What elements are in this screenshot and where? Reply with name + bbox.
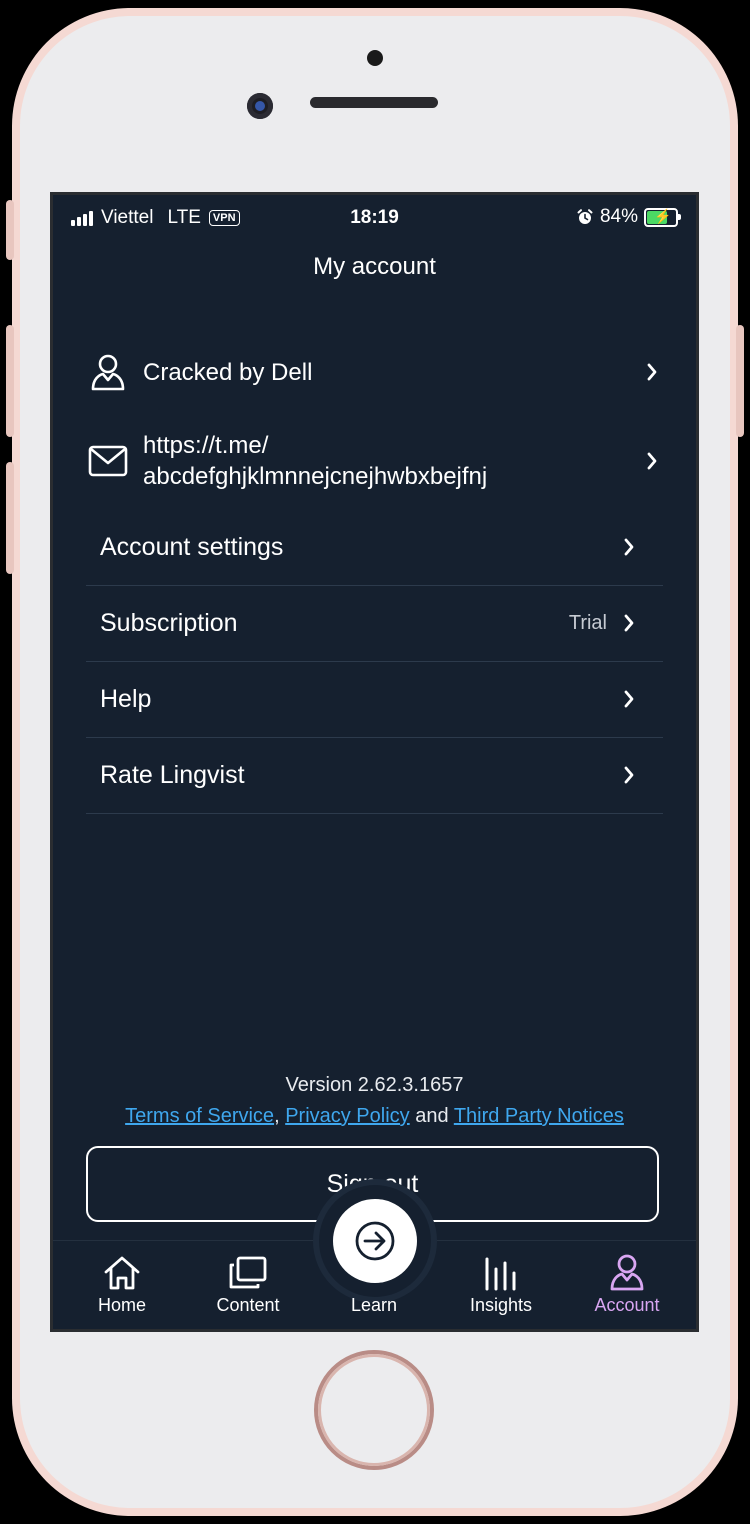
tab-content[interactable]: Content [185, 1241, 311, 1329]
mute-switch [6, 200, 14, 260]
tab-learn-spacer [311, 1247, 437, 1291]
tab-label: Learn [350, 1295, 398, 1315]
profile-name: Cracked by Dell [143, 358, 313, 386]
battery-percent: 84% [599, 206, 638, 227]
comma-separator: , [274, 1105, 280, 1127]
profile-email-line2: abcdefghjklmnnejcnejhwbxbejfnj [143, 463, 488, 490]
mail-icon [87, 440, 129, 482]
proximity-sensor [367, 50, 383, 66]
charging-bolt-icon: ⚡ [654, 207, 672, 224]
content-icon [185, 1247, 311, 1291]
chevron-right-icon [619, 689, 639, 709]
menu-item-subscription[interactable]: Subscription Trial [86, 585, 663, 662]
and-text: and [415, 1105, 449, 1127]
profile-email-row[interactable]: https://t.me/ abcdefghjklmnnejcnejhwbxbe… [87, 429, 662, 493]
user-icon [87, 351, 129, 393]
earpiece-speaker [310, 97, 438, 108]
subscription-status: Trial [568, 611, 607, 634]
menu-item-label: Rate Lingvist [100, 760, 245, 789]
profile-email-line1: https://t.me/ [143, 432, 269, 459]
battery-icon: ⚡ [644, 207, 681, 227]
chevron-right-icon [619, 537, 639, 557]
bottom-tab-bar: Home Content Learn Insights Account [53, 1185, 696, 1329]
tab-learn[interactable]: Learn [311, 1241, 437, 1329]
menu-item-rate-lingvist[interactable]: Rate Lingvist [86, 737, 663, 814]
tab-label: Home [97, 1295, 146, 1315]
menu-item-label: Account settings [100, 532, 284, 561]
tab-home[interactable]: Home [59, 1241, 185, 1329]
status-bar: Viettel LTE VPN 18:19 84% ⚡ [53, 195, 696, 241]
app-screen: Viettel LTE VPN 18:19 84% ⚡ My account C… [53, 195, 696, 1329]
profile-name-row[interactable]: Cracked by Dell [87, 351, 662, 393]
menu-item-label: Subscription [100, 608, 238, 637]
tab-insights[interactable]: Insights [438, 1241, 564, 1329]
volume-down-button [6, 462, 14, 574]
privacy-policy-link[interactable]: Privacy Policy [285, 1105, 409, 1127]
home-button[interactable] [318, 1354, 430, 1466]
chevron-right-icon [642, 362, 662, 382]
insights-icon [438, 1247, 564, 1291]
account-icon [564, 1247, 690, 1291]
power-button [736, 325, 744, 437]
menu-item-label: Help [100, 684, 152, 713]
home-icon [59, 1247, 185, 1291]
tab-label: Account [594, 1295, 660, 1315]
tab-account[interactable]: Account [564, 1241, 690, 1329]
alarm-icon [577, 209, 593, 224]
page-title: My account [313, 253, 436, 280]
menu-item-help[interactable]: Help [86, 661, 663, 738]
app-version: Version 2.62.3.1657 [285, 1074, 464, 1096]
chevron-right-icon [642, 451, 662, 471]
chevron-right-icon [619, 613, 639, 633]
tab-label: Content [216, 1295, 280, 1315]
volume-up-button [6, 325, 14, 437]
terms-of-service-link[interactable]: Terms of Service [125, 1105, 274, 1127]
tab-label: Insights [469, 1295, 533, 1315]
front-camera [247, 93, 273, 119]
chevron-right-icon [619, 765, 639, 785]
menu-item-account-settings[interactable]: Account settings [86, 509, 663, 585]
third-party-notices-link[interactable]: Third Party Notices [454, 1105, 624, 1127]
legal-links: Terms of Service, Privacy Policy and Thi… [53, 1105, 696, 1128]
profile-email: https://t.me/ abcdefghjklmnnejcnejhwbxbe… [143, 430, 642, 492]
